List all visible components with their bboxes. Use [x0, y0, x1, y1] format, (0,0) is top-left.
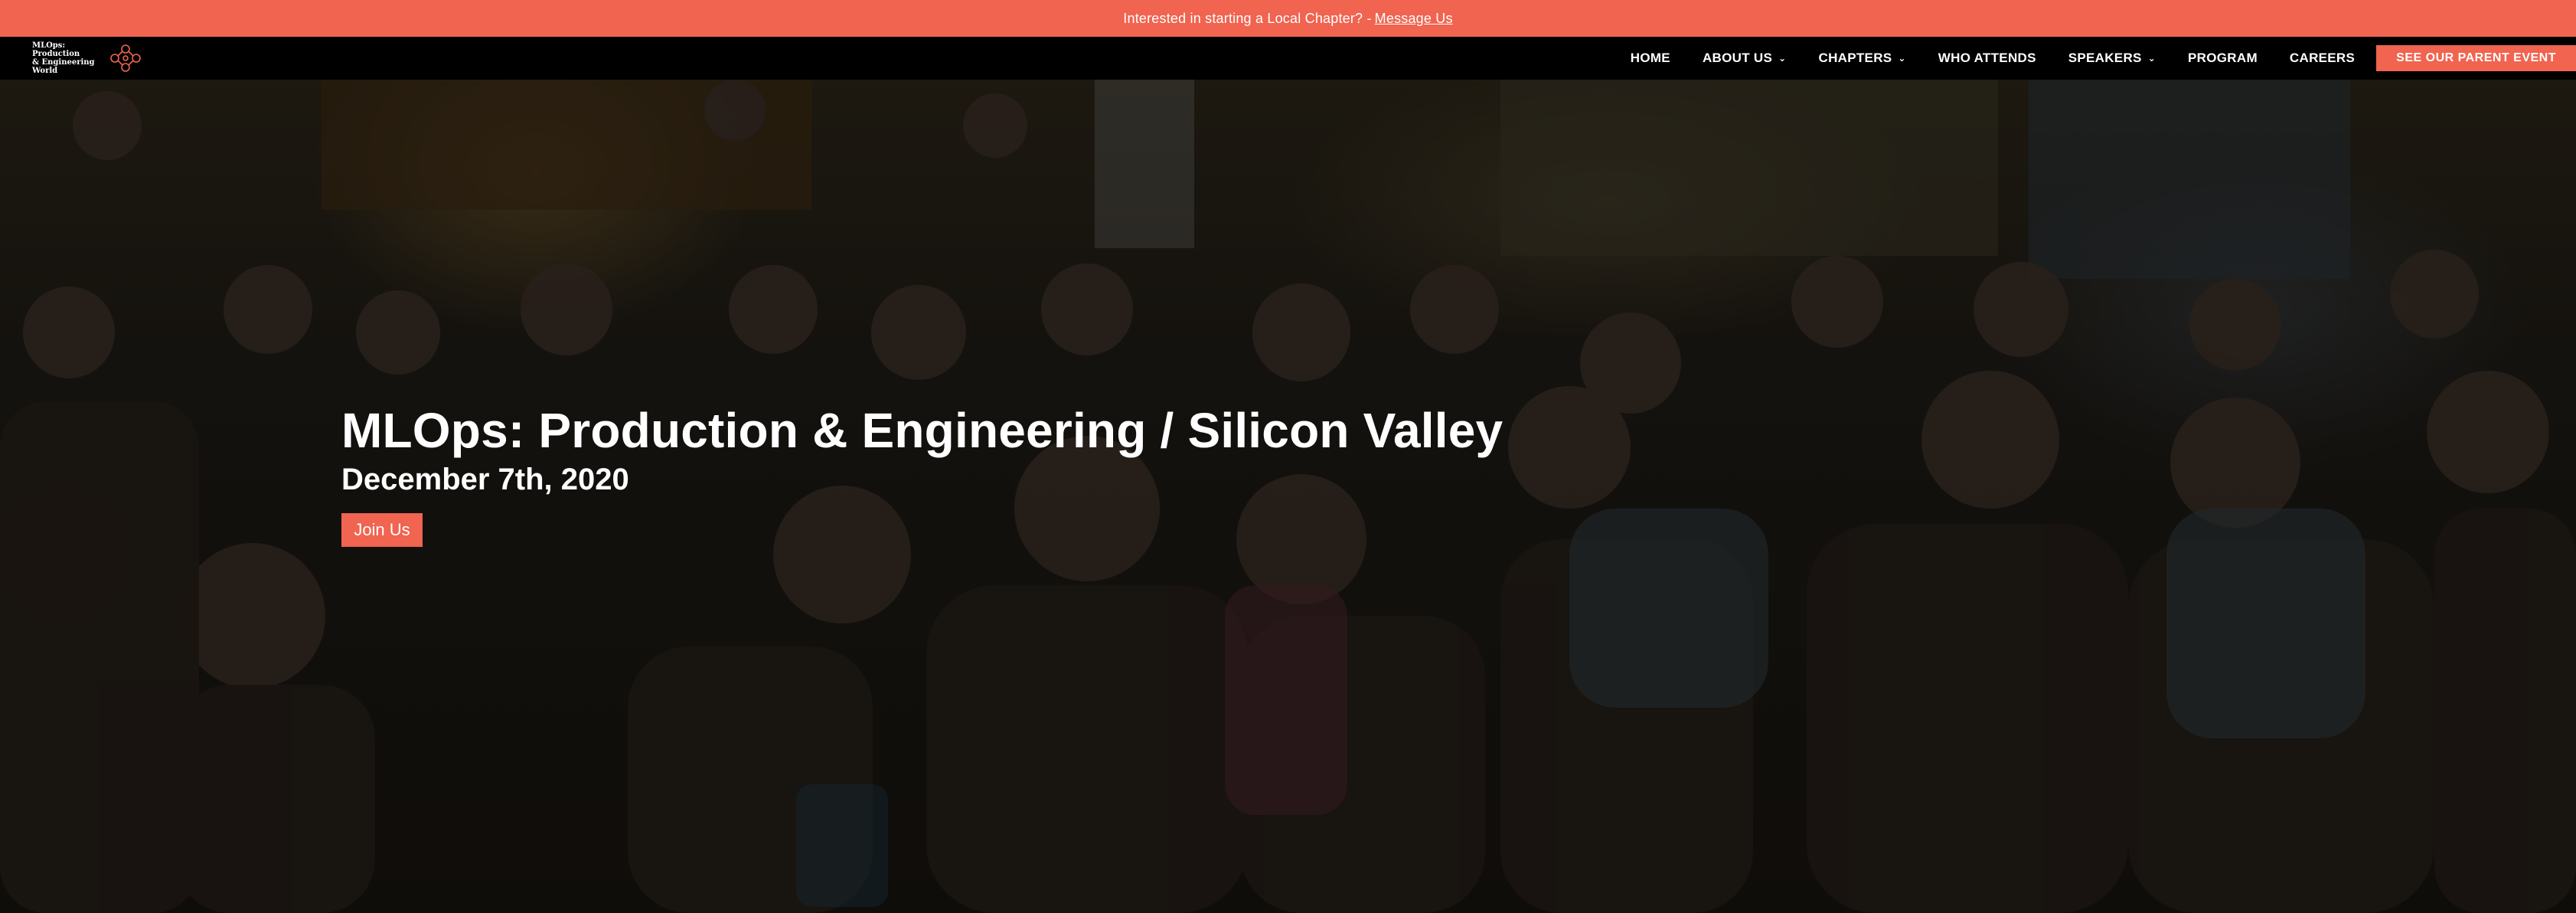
nav-item-chapters[interactable]: CHAPTERS ⌄ [1819, 51, 1906, 66]
nav-item-home[interactable]: HOME [1631, 51, 1670, 66]
logo-text: MLOps: Production & Engineering World [32, 41, 109, 75]
site-logo[interactable]: MLOps: Production & Engineering World [32, 41, 144, 75]
nav-item-careers[interactable]: CAREERS [2290, 51, 2355, 66]
logo-line-1: MLOps: Production [32, 41, 80, 58]
announcement-bar: Interested in starting a Local Chapter? … [0, 0, 2576, 37]
nav-item-label: ABOUT US [1702, 51, 1773, 65]
nav-item-who-attends[interactable]: WHO ATTENDS [1938, 51, 2036, 66]
main-nav: MLOps: Production & Engineering World HO… [0, 37, 2576, 80]
chevron-down-icon: ⌄ [2147, 53, 2156, 64]
chevron-down-icon: ⌄ [1778, 53, 1787, 64]
hero-title: MLOps: Production & Engineering / Silico… [341, 403, 1503, 458]
nav-item-label: CAREERS [2289, 51, 2356, 65]
nav-item-label: CHAPTERS [1818, 51, 1892, 65]
join-us-button[interactable]: Join Us [341, 513, 423, 547]
logo-line-3: World [32, 67, 58, 75]
nav-item-speakers[interactable]: SPEAKERS ⌄ [2068, 51, 2156, 66]
announcement-text: Interested in starting a Local Chapter? … [1123, 10, 1372, 26]
nav-item-program[interactable]: PROGRAM [2188, 51, 2258, 66]
nav-item-label: PROGRAM [2188, 51, 2258, 65]
logo-line-2: & Engineering [32, 58, 95, 67]
event-date: December 7th, 2020 [341, 463, 629, 496]
parent-event-button[interactable]: SEE OUR PARENT EVENT [2376, 45, 2576, 71]
hero-content: MLOps: Production & Engineering / Silico… [341, 401, 1503, 547]
chevron-down-icon: ⌄ [1898, 53, 1906, 64]
nav-item-label: SPEAKERS [2068, 51, 2142, 65]
nav-item-label: HOME [1630, 51, 1670, 65]
hero-section: MLOps: Production & Engineering / Silico… [0, 80, 2576, 913]
nav-item-about-us[interactable]: ABOUT US ⌄ [1703, 51, 1787, 66]
nav-item-label: WHO ATTENDS [1938, 51, 2036, 65]
network-node-icon [110, 44, 141, 72]
message-us-link[interactable]: Message Us [1375, 11, 1453, 27]
nav-menu: HOME ABOUT US ⌄ CHAPTERS ⌄ WHO ATTENDS S… [1598, 37, 2576, 80]
